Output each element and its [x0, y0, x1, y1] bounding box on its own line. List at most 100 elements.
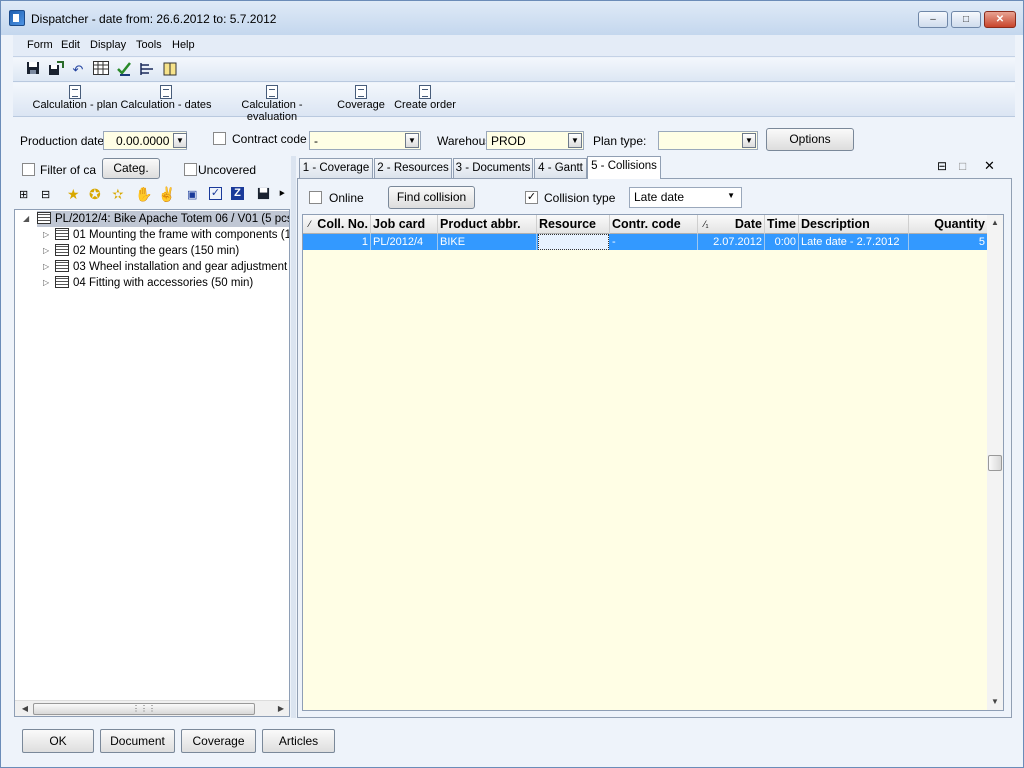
- column-description[interactable]: Description: [799, 215, 909, 234]
- maximize-button[interactable]: □: [951, 11, 981, 28]
- create-order-button[interactable]: Create order: [393, 85, 457, 111]
- menu-edit[interactable]: Edit: [61, 39, 80, 51]
- scroll-up-icon[interactable]: ▲: [987, 216, 1003, 230]
- title-bar: Dispatcher - date from: 26.6.2012 to: 5.…: [1, 1, 1023, 35]
- z-icon[interactable]: Z: [231, 187, 244, 200]
- collision-type-checkbox[interactable]: ✓: [525, 191, 538, 204]
- star-icon[interactable]: ★: [67, 186, 80, 203]
- plan-type-dropdown-icon[interactable]: ▼: [742, 133, 756, 148]
- check-box-icon[interactable]: ✓: [209, 187, 222, 200]
- menu-form[interactable]: Form: [27, 39, 53, 51]
- table-row[interactable]: 1 PL/2012/4 BIKE - 2.07.2012 0:00 Late d…: [303, 234, 988, 250]
- operation-icon: [55, 244, 69, 256]
- column-date[interactable]: ⁄₁ Date: [698, 215, 765, 234]
- column-job-card[interactable]: Job card: [371, 215, 438, 234]
- maximize-panel-icon[interactable]: □: [959, 159, 966, 173]
- pane-splitter[interactable]: [291, 156, 296, 718]
- split-icon[interactable]: [138, 61, 156, 79]
- cell-resource[interactable]: [538, 234, 609, 250]
- save-tree-icon[interactable]: [257, 187, 270, 203]
- menu-tools[interactable]: Tools: [136, 39, 162, 51]
- calculation-evaluation-button[interactable]: Calculation - evaluation: [215, 85, 329, 123]
- tab-coverage[interactable]: 1 - Coverage: [299, 158, 373, 178]
- articles-button[interactable]: Articles: [262, 729, 335, 753]
- plan-type-label: Plan type:: [593, 134, 647, 148]
- scroll-right-icon[interactable]: ▶: [273, 702, 289, 716]
- tree-root-item[interactable]: PL/2012/4: Bike Apache Totem 06 / V01 (5…: [37, 211, 289, 227]
- grid-vertical-scrollbar[interactable]: ▲ ▼: [987, 215, 1003, 710]
- document-icon: [419, 85, 431, 99]
- tree-item[interactable]: 03 Wheel installation and gear adjustmen…: [55, 259, 289, 275]
- calculation-dates-label: Calculation - dates: [120, 99, 212, 111]
- tree-item[interactable]: 02 Mounting the gears (150 min): [55, 243, 289, 259]
- production-date-dropdown-icon[interactable]: ▼: [173, 133, 187, 148]
- scroll-thumb[interactable]: ⋮⋮⋮: [33, 703, 255, 715]
- save-as-icon[interactable]: [47, 61, 65, 79]
- tree-horizontal-scrollbar[interactable]: ◀ ⋮⋮⋮ ▶: [15, 700, 289, 716]
- hand-star-icon[interactable]: ✌: [158, 186, 175, 203]
- coverage-button[interactable]: Coverage: [181, 729, 256, 753]
- filter-category-label: Filter of ca: [40, 163, 97, 177]
- collision-type-value: Late date: [634, 190, 685, 204]
- column-resource[interactable]: Resource: [537, 215, 610, 234]
- document-icon: [69, 85, 81, 99]
- tree-expander-icon[interactable]: ▷: [43, 262, 49, 271]
- collapse-all-icon[interactable]: ⊟: [41, 188, 50, 201]
- scroll-thumb[interactable]: [988, 455, 1002, 471]
- tree-expander-icon[interactable]: ▷: [43, 278, 49, 287]
- column-time[interactable]: Time: [765, 215, 799, 234]
- uncovered-checkbox[interactable]: [184, 163, 197, 176]
- star-plus-icon[interactable]: ✪: [89, 186, 101, 203]
- column-coll-no[interactable]: ⁄ Coll. No.: [303, 215, 371, 234]
- column-quantity[interactable]: Quantity: [909, 215, 988, 234]
- restore-panel-icon[interactable]: ⊟: [937, 159, 947, 173]
- undo-icon[interactable]: ↶: [69, 61, 87, 79]
- save-icon[interactable]: [24, 61, 42, 79]
- coverage-action-button[interactable]: Coverage: [336, 85, 386, 111]
- uncovered-label: Uncovered: [198, 163, 257, 177]
- contract-code-checkbox[interactable]: [213, 132, 226, 145]
- categ-button[interactable]: Categ.: [102, 158, 160, 179]
- calculation-plan-button[interactable]: Calculation - plan: [27, 85, 123, 111]
- ok-button[interactable]: OK: [22, 729, 94, 753]
- tree-item[interactable]: 01 Mounting the frame with components (1…: [55, 227, 289, 243]
- menu-display[interactable]: Display: [90, 39, 126, 51]
- tree-expander-icon[interactable]: ▷: [43, 246, 49, 255]
- check-arrow-icon[interactable]: [115, 61, 133, 79]
- column-contr-code[interactable]: Contr. code: [610, 215, 698, 234]
- warehouse-dropdown-icon[interactable]: ▼: [568, 133, 582, 148]
- tab-resources[interactable]: 2 - Resources: [374, 158, 452, 178]
- calculation-dates-button[interactable]: Calculation - dates: [118, 85, 214, 111]
- tab-gantt[interactable]: 4 - Gantt: [534, 158, 587, 178]
- menu-help[interactable]: Help: [172, 39, 195, 51]
- folder-star-icon[interactable]: ✫: [112, 186, 124, 203]
- collision-type-select[interactable]: Late date ▼: [629, 187, 742, 208]
- expand-all-icon[interactable]: ⊞: [19, 188, 28, 201]
- select-icon[interactable]: ▣: [187, 188, 197, 201]
- hand-icon[interactable]: ✋: [135, 186, 152, 203]
- find-collision-button[interactable]: Find collision: [388, 186, 475, 209]
- online-checkbox[interactable]: [309, 191, 322, 204]
- toolbar: ↶: [13, 58, 1015, 82]
- tab-documents[interactable]: 3 - Documents: [453, 158, 533, 178]
- book-icon[interactable]: [161, 61, 179, 79]
- scroll-left-icon[interactable]: ◀: [17, 702, 33, 716]
- column-product-abbr[interactable]: Product abbr.: [438, 215, 537, 234]
- close-panel-icon[interactable]: ✕: [984, 158, 995, 174]
- job-card-icon: [37, 212, 51, 224]
- more-icon[interactable]: ‣: [278, 186, 286, 202]
- tree-expander-icon[interactable]: ▷: [43, 230, 49, 239]
- contract-code-label: Contract code: [232, 132, 307, 146]
- tree-root-expander-icon[interactable]: ◢: [23, 214, 29, 223]
- tab-collisions[interactable]: 5 - Collisions: [587, 156, 661, 179]
- document-button[interactable]: Document: [100, 729, 175, 753]
- close-button[interactable]: ✕: [984, 11, 1016, 28]
- tree-item[interactable]: 04 Fitting with accessories (50 min): [55, 275, 289, 291]
- scroll-down-icon[interactable]: ▼: [987, 695, 1003, 709]
- minimize-button[interactable]: –: [918, 11, 948, 28]
- table-icon[interactable]: [92, 61, 110, 79]
- filter-category-checkbox[interactable]: [22, 163, 35, 176]
- document-icon: [355, 85, 367, 99]
- options-button[interactable]: Options: [766, 128, 854, 151]
- contract-code-dropdown-icon[interactable]: ▼: [405, 133, 419, 148]
